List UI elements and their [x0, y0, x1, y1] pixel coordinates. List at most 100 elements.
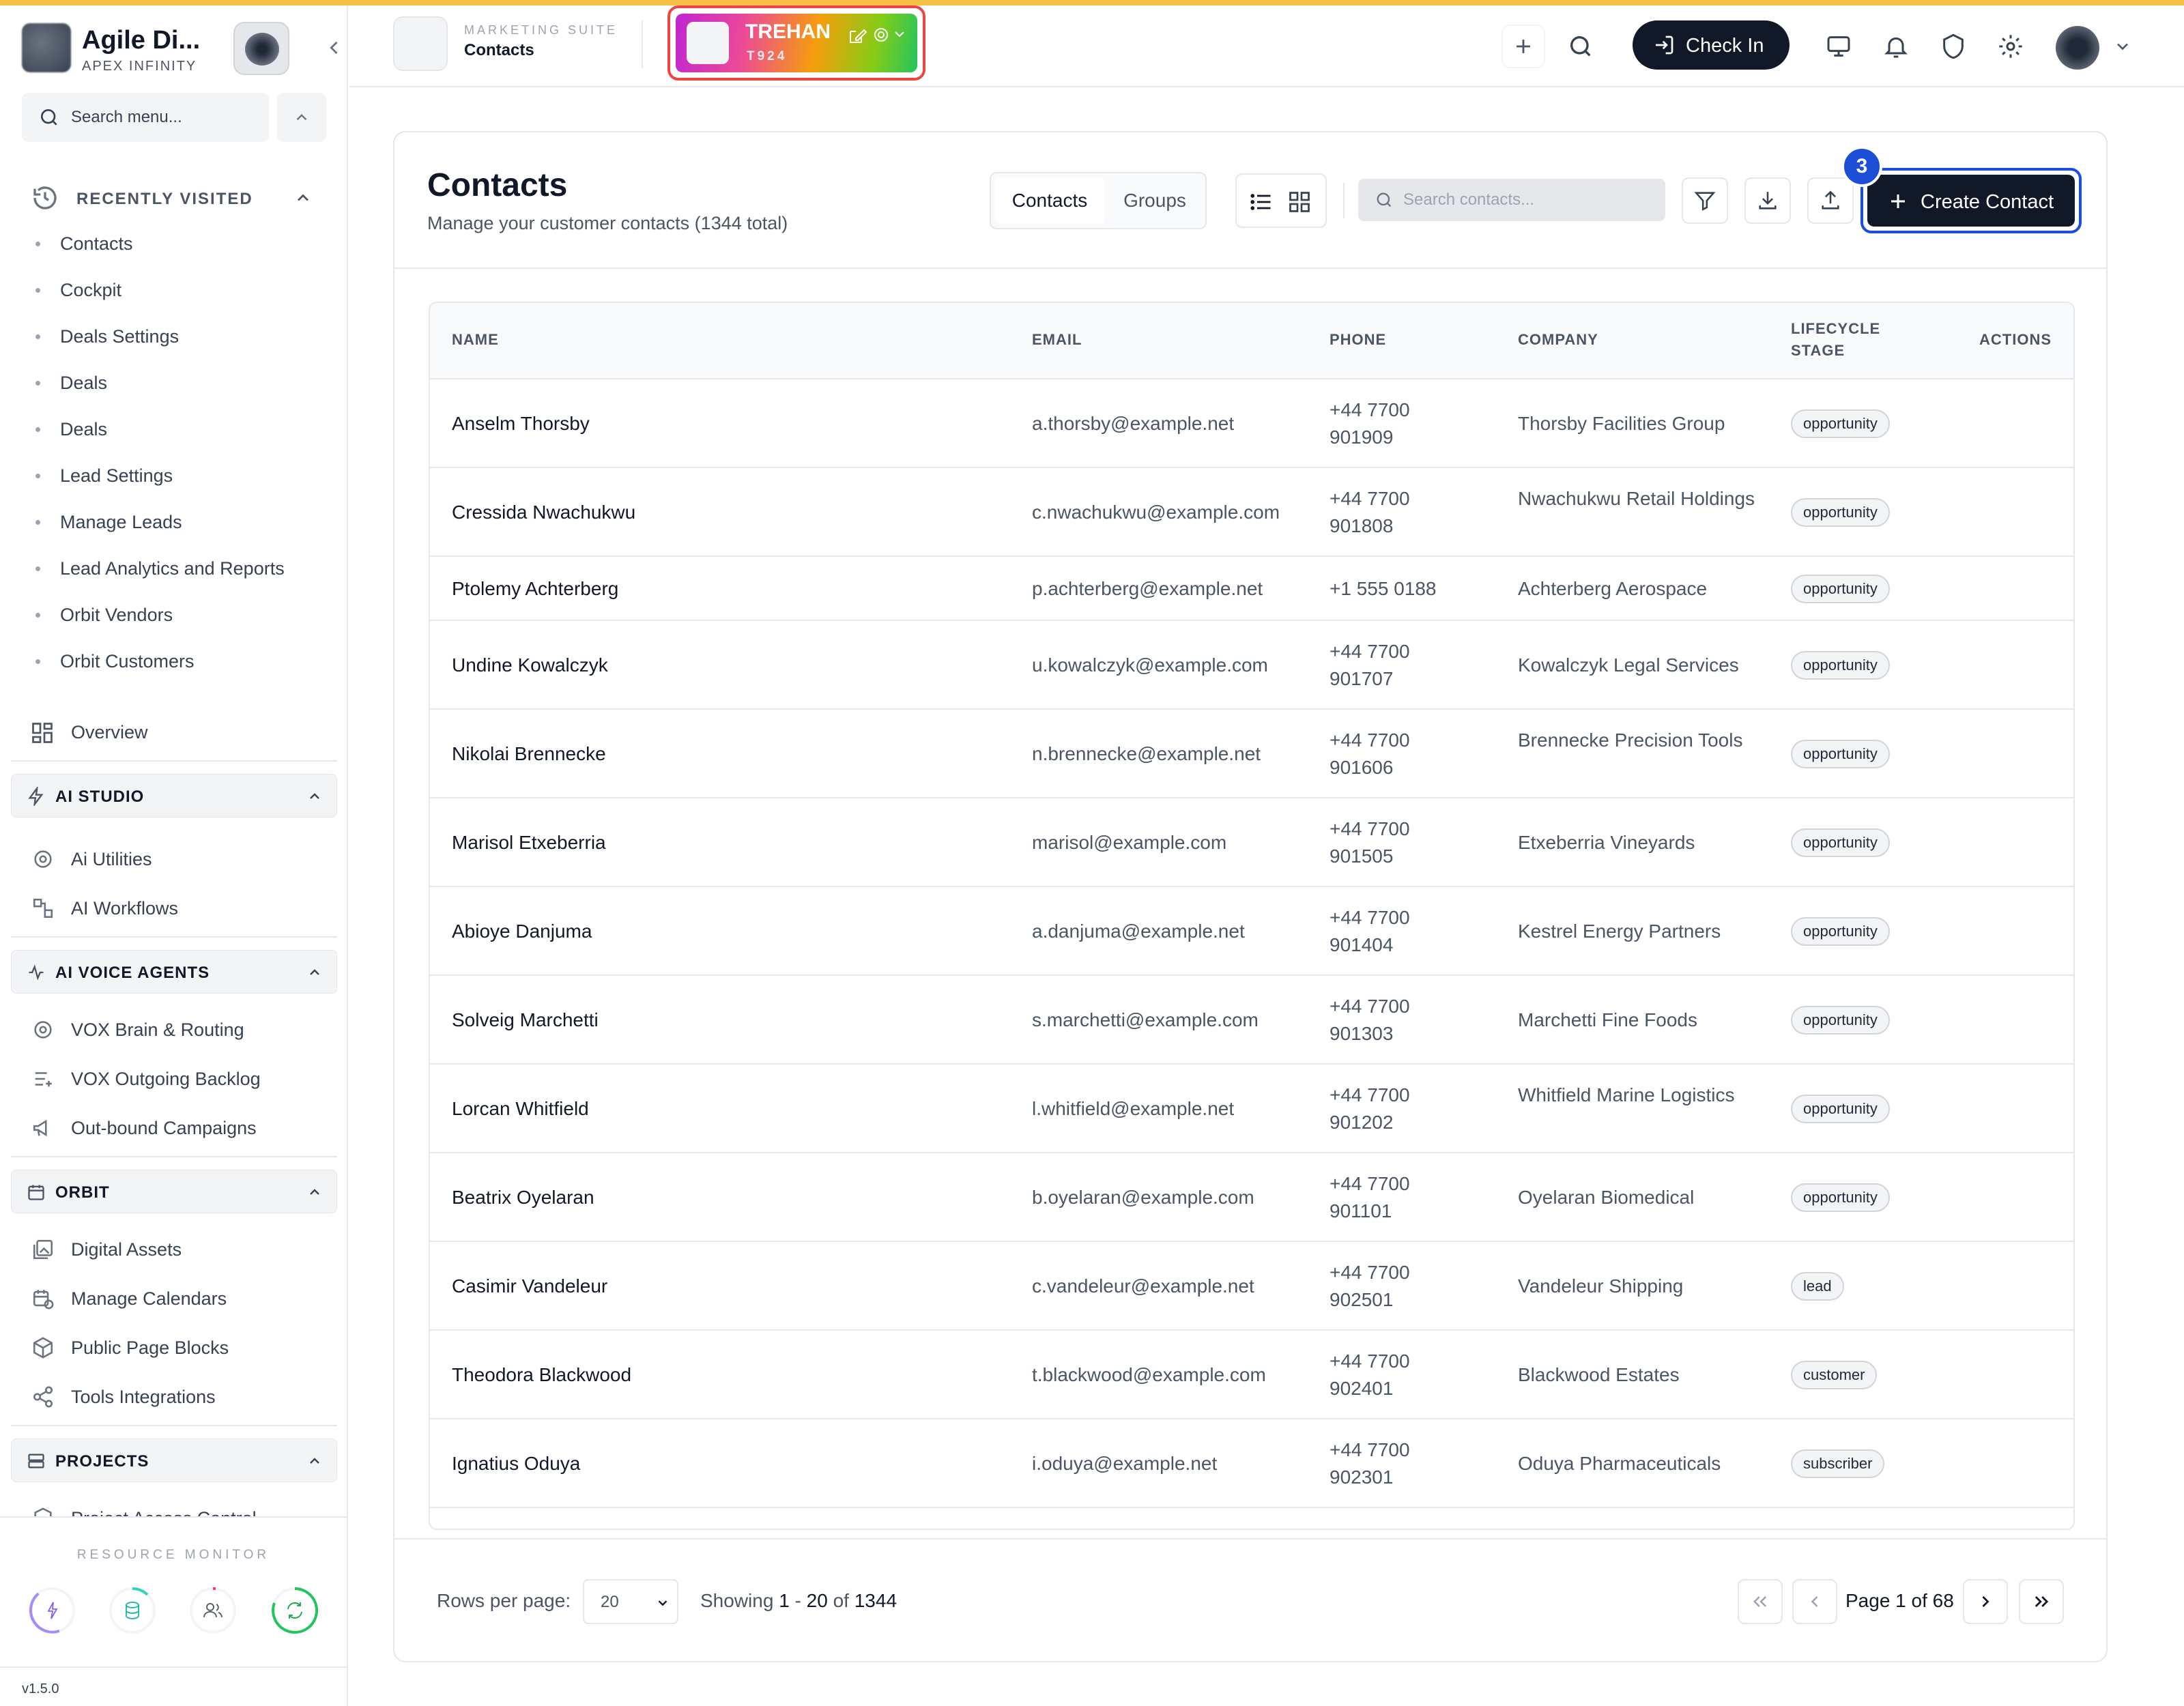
table-row[interactable]: Theodora Blackwood t.blackwood@example.co… — [430, 1329, 2073, 1418]
table-row[interactable]: Casimir Vandeleur c.vandeleur@example.net… — [430, 1241, 2073, 1329]
recent-item[interactable]: Contacts — [35, 227, 322, 261]
sidebar-item-tools-integrations[interactable]: Tools Integrations — [31, 1377, 332, 1415]
menu-search[interactable] — [22, 93, 269, 142]
table-row[interactable]: Ignatius Oduya i.oduya@example.net +44 770… — [430, 1418, 2073, 1507]
recent-item[interactable]: Deals — [35, 366, 322, 400]
quick-add-button[interactable] — [1502, 25, 1545, 68]
plus-icon — [1517, 40, 1530, 53]
suite-label: MARKETING SUITE — [464, 23, 618, 37]
global-search-button[interactable] — [1559, 25, 1603, 68]
sidebar-item-label: VOX Outgoing Backlog — [71, 1069, 261, 1089]
tab-contacts[interactable]: Contacts — [995, 177, 1104, 224]
sidebar-item-digital-assets[interactable]: Digital Assets — [31, 1230, 332, 1268]
bullet — [35, 474, 40, 478]
column-header-company[interactable]: COMPANY — [1518, 329, 1598, 351]
recent-item-label: Deals Settings — [60, 326, 179, 347]
database-gauge-icon[interactable] — [108, 1586, 157, 1635]
cell-company: Blackwood Estates — [1518, 1364, 1680, 1385]
recently-visited-header[interactable]: RECENTLY VISITED — [31, 180, 321, 214]
column-header-phone[interactable]: PHONE — [1330, 329, 1386, 351]
users-gauge-icon[interactable] — [188, 1586, 238, 1635]
collapse-all-button[interactable] — [277, 93, 326, 142]
sidebar-item-vox-brain[interactable]: VOX Brain & Routing — [31, 1010, 332, 1048]
column-header-stage[interactable]: STAGE — [1791, 340, 1845, 362]
chevron-down-icon[interactable] — [2113, 37, 2132, 56]
tenant-switcher[interactable]: TREHAN T924 — [667, 5, 925, 81]
recent-item-label: Deals — [60, 419, 108, 439]
cell-phone: +44 7700 901505 — [1330, 818, 1410, 867]
tenant-actions-icons[interactable] — [846, 23, 912, 46]
sidebar-item-label: Public Page Blocks — [71, 1338, 229, 1358]
recent-item[interactable]: Lead Analytics and Reports — [35, 551, 322, 585]
recent-item[interactable]: Deals — [35, 412, 322, 446]
chevron-up-icon — [310, 1189, 319, 1195]
section-ai-studio[interactable]: AI STUDIO — [11, 774, 337, 818]
table-row[interactable]: Beatrix Oyelaran b.oyelaran@example.com +4… — [430, 1152, 2073, 1241]
sidebar-item-outbound-campaigns[interactable]: Out-bound Campaigns — [31, 1108, 332, 1146]
cpu-gauge-icon[interactable] — [27, 1586, 76, 1635]
workspace-avatar[interactable] — [233, 22, 289, 75]
table-row[interactable]: Perpetua Nakamurap.nakamura@example.com+… — [430, 1507, 2073, 1529]
settings-button[interactable] — [1989, 25, 2032, 68]
menu-search-input[interactable] — [71, 104, 255, 131]
column-header-email[interactable]: EMAIL — [1032, 329, 1082, 351]
recent-item[interactable]: Deals Settings — [35, 319, 322, 353]
list-view-icon[interactable] — [1249, 190, 1274, 214]
section-ai-voice-agents[interactable]: AI VOICE AGENTS — [11, 950, 337, 994]
sidebar-item-vox-backlog[interactable]: VOX Outgoing Backlog — [31, 1059, 332, 1097]
first-page-button[interactable] — [1738, 1579, 1783, 1624]
recent-item[interactable]: Lead Settings — [35, 459, 322, 493]
tab-groups[interactable]: Groups — [1107, 177, 1203, 224]
table-row[interactable]: Nikolai Brennecke n.brennecke@example.net… — [430, 708, 2073, 797]
sidebar-item-public-page-blocks[interactable]: Public Page Blocks — [31, 1328, 332, 1366]
notifications-button[interactable] — [1874, 25, 1918, 68]
sidebar-item-manage-calendars[interactable]: Manage Calendars — [31, 1279, 332, 1317]
column-header-lifecycle[interactable]: LIFECYCLE — [1791, 318, 1880, 340]
table-row[interactable]: Cressida Nwachukwu c.nwachukwu@example.co… — [430, 467, 2073, 555]
table-row[interactable]: Solveig Marchetti s.marchetti@example.com… — [430, 974, 2073, 1063]
next-page-button[interactable] — [1963, 1579, 2008, 1624]
contact-search-input[interactable] — [1403, 187, 1656, 213]
table-row[interactable]: Marisol Etxeberria marisol@example.com +44… — [430, 797, 2073, 886]
create-contact-button[interactable]: Create Contact — [1867, 175, 2075, 227]
table-row[interactable]: Abioye Danjuma a.danjuma@example.net +44 7… — [430, 886, 2073, 974]
lifecycle-stage-badge: opportunity — [1791, 651, 1890, 680]
export-button[interactable] — [1744, 177, 1791, 224]
sync-gauge-icon[interactable] — [270, 1586, 319, 1635]
filter-button[interactable] — [1682, 177, 1728, 224]
table-row[interactable]: Undine Kowalczyk u.kowalczyk@example.com +… — [430, 620, 2073, 708]
column-header-name[interactable]: NAME — [452, 329, 499, 351]
table-row[interactable]: Ptolemy Achterberg p.achterberg@example.n… — [430, 555, 2073, 620]
security-button[interactable] — [1931, 25, 1975, 68]
sidebar-item-label: AI Workflows — [71, 898, 179, 919]
sidebar-item-ai-workflows[interactable]: AI Workflows — [31, 888, 332, 927]
check-in-button[interactable]: Check In — [1633, 20, 1790, 70]
last-page-button[interactable] — [2019, 1579, 2064, 1624]
brand-block[interactable]: Agile Di... APEX INFINITY — [20, 16, 338, 82]
recent-item[interactable]: Orbit Customers — [35, 644, 322, 678]
top-header: MARKETING SUITE Contacts TREHAN T924 Che… — [349, 5, 2184, 87]
suite-logo[interactable] — [393, 16, 448, 71]
sidebar: Agile Di... APEX INFINITY RECENTLY VISIT… — [0, 5, 348, 1706]
section-orbit[interactable]: ORBIT — [11, 1170, 337, 1213]
section-projects[interactable]: PROJECTS — [11, 1438, 337, 1482]
import-button[interactable] — [1807, 177, 1854, 224]
recent-item[interactable]: Orbit Vendors — [35, 598, 322, 632]
sidebar-item-ai-utilities[interactable]: Ai Utilities — [31, 839, 332, 878]
table-row[interactable]: Lorcan Whitfield l.whitfield@example.net +… — [430, 1063, 2073, 1152]
rows-per-page-select[interactable]: 20 — [583, 1579, 678, 1624]
cell-company: Thorsby Facilities Group — [1518, 413, 1725, 434]
contact-search[interactable] — [1358, 179, 1665, 221]
table-row[interactable]: Anselm Thorsby a.thorsby@example.net +44 7… — [430, 378, 2073, 467]
cell-phone: +44 7700 902501 — [1330, 1262, 1410, 1310]
previous-page-button[interactable] — [1792, 1579, 1837, 1624]
recent-item[interactable]: Manage Leads — [35, 505, 322, 539]
recent-item[interactable]: Cockpit — [35, 273, 322, 307]
collapse-sidebar-button[interactable] — [321, 34, 348, 61]
grid-view-icon[interactable] — [1287, 190, 1312, 214]
sidebar-item-project-access[interactable]: Project Access Control — [31, 1499, 332, 1516]
cell-company: Brennecke Precision Tools — [1518, 729, 1743, 751]
monitor-button[interactable] — [1817, 25, 1860, 68]
user-avatar[interactable] — [2056, 26, 2099, 70]
sidebar-item-overview[interactable]: Overview — [30, 714, 324, 752]
